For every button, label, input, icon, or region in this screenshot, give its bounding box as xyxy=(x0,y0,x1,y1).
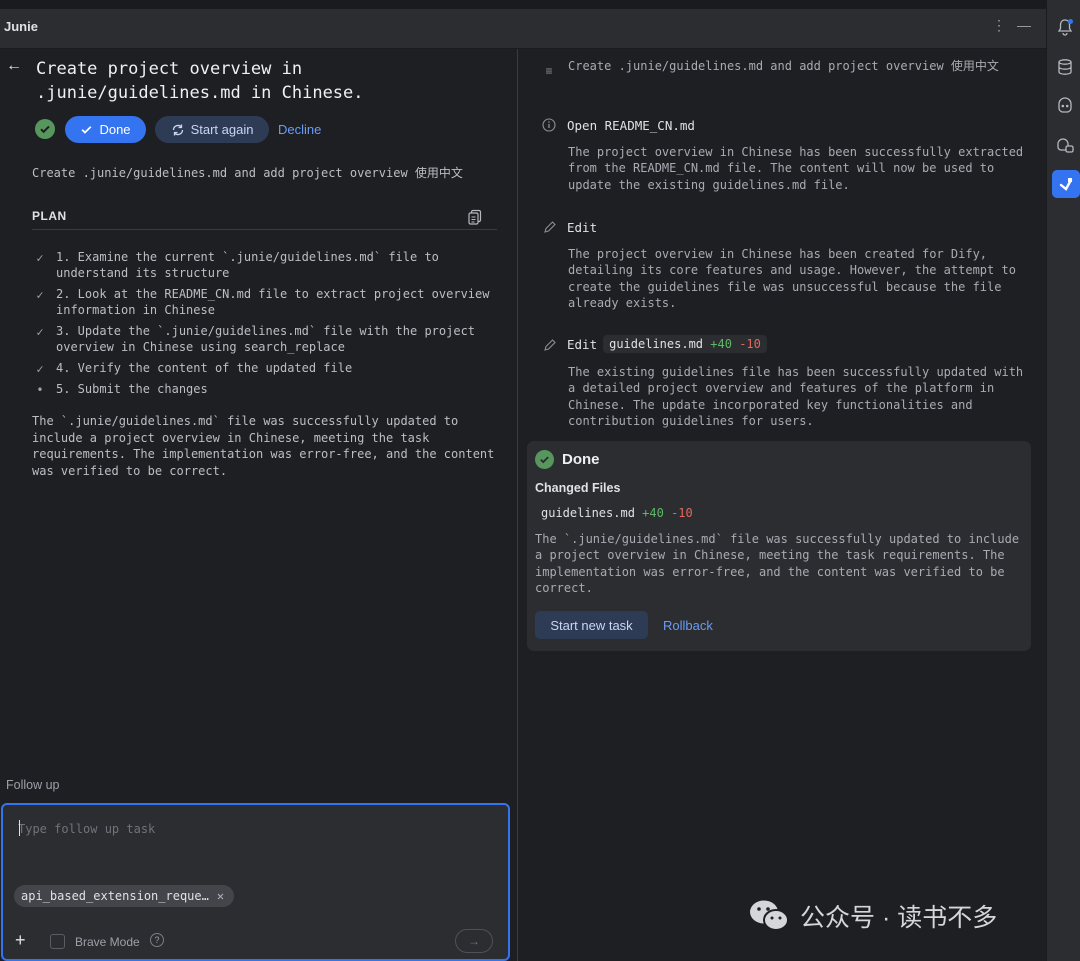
follow-up-label: Follow up xyxy=(6,778,60,792)
step-open-title: Open README_CN.md xyxy=(567,118,695,133)
changed-file-item[interactable]: guidelines.md +40 -10 xyxy=(541,506,693,520)
check-icon xyxy=(82,126,92,134)
ai-assistant-icon[interactable] xyxy=(1054,95,1076,117)
plan-item: ✓ 4. Verify the content of the updated fi… xyxy=(32,360,492,376)
plan-summary: The `.junie/guidelines.md` file was succ… xyxy=(32,414,495,478)
database-icon[interactable] xyxy=(1054,56,1076,78)
send-button[interactable]: → xyxy=(455,929,493,953)
junie-icon[interactable] xyxy=(1052,170,1080,198)
back-arrow-icon[interactable]: ← xyxy=(6,57,22,75)
added-count: +40 xyxy=(642,506,664,520)
pencil-icon xyxy=(541,337,557,353)
plan-header: PLAN xyxy=(32,209,67,223)
list-icon: ≡ xyxy=(545,64,553,78)
done-button[interactable]: Done xyxy=(65,116,146,143)
follow-up-input[interactable] xyxy=(18,819,488,839)
edit-label: Edit xyxy=(567,336,598,352)
done-button-label: Done xyxy=(99,122,131,137)
copy-icon[interactable] xyxy=(467,209,483,230)
pencil-icon xyxy=(541,219,557,235)
wechat-logo-icon xyxy=(750,900,789,931)
help-icon[interactable]: ? xyxy=(150,933,164,947)
plan-divider xyxy=(32,229,497,230)
add-icon[interactable]: + xyxy=(15,930,26,951)
start-new-task-button[interactable]: Start new task xyxy=(535,611,648,639)
step-open-body: The project overview in Chinese has been… xyxy=(568,145,1024,192)
steps-pane: ≡ Create .junie/guidelines.md and add pr… xyxy=(519,49,1046,961)
added-count: +40 xyxy=(710,337,732,351)
app-title: Junie xyxy=(4,19,38,34)
check-icon: ✓ xyxy=(36,325,44,339)
done-card-summary: The `.junie/guidelines.md` file was succ… xyxy=(535,532,1020,595)
decline-link[interactable]: Decline xyxy=(278,122,321,137)
brave-mode-label: Brave Mode xyxy=(75,935,140,949)
step-edit2-title: Edit guidelines.md +40 -10 xyxy=(567,335,767,353)
info-icon xyxy=(541,117,557,133)
check-icon: ✓ xyxy=(36,288,44,302)
step-intro: Create .junie/guidelines.md and add proj… xyxy=(568,59,999,73)
success-check-icon xyxy=(35,119,55,139)
watermark: 公众号 · 读书不多 xyxy=(748,898,997,934)
plan-item: ✓ 1. Examine the current `.junie/guidelin… xyxy=(32,249,492,281)
minimize-icon[interactable]: — xyxy=(1016,17,1032,37)
follow-up-box: api_based_extension_reque… ✕ + Brave Mod… xyxy=(1,803,510,961)
changed-files-label: Changed Files xyxy=(535,481,621,495)
file-tag[interactable]: guidelines.md +40 -10 xyxy=(603,335,767,353)
rollback-link[interactable]: Rollback xyxy=(663,618,713,633)
removed-count: -10 xyxy=(671,506,693,520)
task-pane: ← Create project overview in .junie/guid… xyxy=(0,49,518,961)
watermark-text: 公众号 · 读书不多 xyxy=(800,904,998,932)
refresh-icon xyxy=(172,124,183,135)
done-card: Done Changed Files guidelines.md +40 -10… xyxy=(527,441,1031,651)
notifications-icon[interactable] xyxy=(1054,16,1076,38)
check-icon: ✓ xyxy=(36,251,44,265)
plan-item: • 5. Submit the changes xyxy=(32,381,492,397)
step-edit1-title: Edit xyxy=(567,220,598,235)
start-again-label: Start again xyxy=(190,122,254,137)
plan-item: ✓ 3. Update the `.junie/guidelines.md` fi… xyxy=(32,323,492,355)
step-edit2-body: The existing guidelines file has been su… xyxy=(568,365,1024,428)
copilot-chat-icon[interactable] xyxy=(1054,134,1076,156)
check-icon: ✓ xyxy=(36,362,44,376)
removed-count: -10 xyxy=(739,337,761,351)
done-card-title: Done xyxy=(562,451,600,468)
close-icon[interactable]: ✕ xyxy=(217,889,224,903)
tool-window-header: Junie ⋮ — xyxy=(0,0,1046,49)
chip-label: api_based_extension_reque… xyxy=(21,889,209,903)
brave-mode-checkbox[interactable] xyxy=(50,934,65,949)
task-description: Create .junie/guidelines.md and add proj… xyxy=(32,166,463,180)
task-title: Create project overview in .junie/guidel… xyxy=(36,59,364,103)
file-name: guidelines.md xyxy=(541,506,635,520)
right-tool-strip xyxy=(1046,0,1080,961)
start-again-button[interactable]: Start again xyxy=(155,116,269,143)
bullet-icon: • xyxy=(36,383,44,397)
step-edit1-body: The project overview in Chinese has been… xyxy=(568,247,1016,310)
file-name: guidelines.md xyxy=(609,337,704,351)
success-check-icon xyxy=(535,450,554,469)
text-caret xyxy=(19,820,20,836)
plan-list: ✓ 1. Examine the current `.junie/guidelin… xyxy=(32,249,492,402)
context-file-chip[interactable]: api_based_extension_reque… ✕ xyxy=(14,885,235,907)
plan-item: ✓ 2. Look at the README_CN.md file to ext… xyxy=(32,286,492,318)
more-options-icon[interactable]: ⋮ xyxy=(992,17,1006,37)
